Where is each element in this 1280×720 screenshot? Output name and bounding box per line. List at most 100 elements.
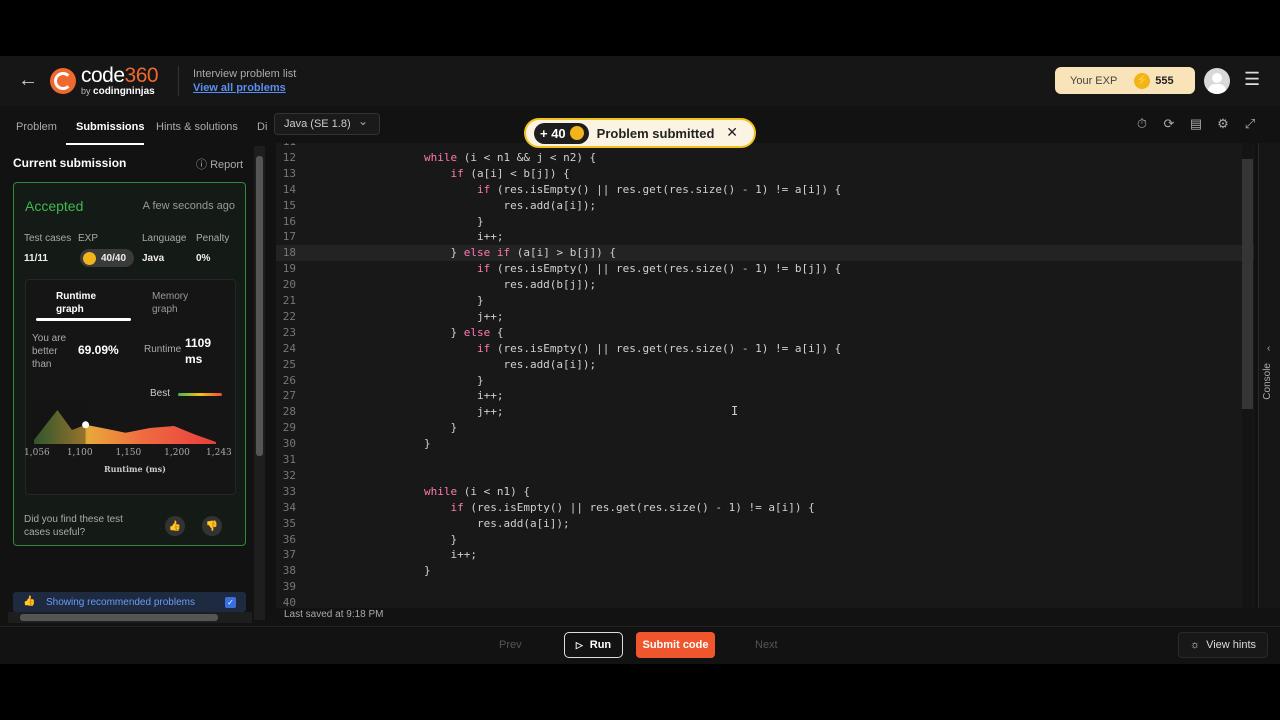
line-number: 30: [282, 437, 296, 451]
tab-memory-graph[interactable]: Memory graph: [152, 290, 202, 316]
code-line[interactable]: 22 j++;: [276, 309, 1254, 325]
worse-region-overlay: [32, 400, 86, 444]
editor-scrollbar[interactable]: [1242, 143, 1253, 608]
line-number: 36: [282, 532, 296, 546]
scrollbar-thumb[interactable]: [1242, 159, 1253, 409]
scrollbar-thumb[interactable]: [256, 156, 263, 456]
timer-icon[interactable]: ⏱: [1133, 116, 1151, 132]
code-line[interactable]: 17 i++;: [276, 229, 1254, 245]
code-text: }: [371, 214, 484, 228]
lightbulb-icon: ☼: [1190, 639, 1201, 651]
exp-badge: Your EXP ⚡ 555: [1055, 67, 1195, 94]
line-number: 25: [282, 357, 296, 371]
code-line[interactable]: 23 } else {: [276, 325, 1254, 341]
language-select[interactable]: Java (SE 1.8): [274, 113, 380, 135]
tab-discuss[interactable]: Di: [257, 121, 267, 133]
view-all-problems-link[interactable]: View all problems: [193, 82, 286, 94]
console-panel[interactable]: ‹ Console: [1258, 143, 1280, 608]
code-line[interactable]: 38 }: [276, 563, 1254, 579]
submission-time: A few seconds ago: [142, 200, 235, 212]
line-number: 40: [282, 596, 296, 608]
line-number: 34: [282, 500, 296, 514]
code-line[interactable]: 36 }: [276, 532, 1254, 548]
code-line[interactable]: 12 while (i < n1 && j < n2) {: [276, 150, 1254, 166]
code-line[interactable]: 28 j++;: [276, 404, 1254, 420]
code-line[interactable]: 40: [276, 595, 1254, 608]
editor-toolbar: ⏱ ⟳ ▤ ⚙ ⤢: [1133, 116, 1259, 132]
close-icon[interactable]: ✕: [726, 124, 738, 141]
code-text: i++;: [371, 230, 504, 244]
tab-submissions[interactable]: Submissions: [76, 121, 144, 133]
exp-label: Your EXP: [1070, 74, 1118, 87]
view-hints-button[interactable]: ☼ View hints: [1178, 632, 1268, 658]
code-text: res.add(a[i]);: [371, 357, 597, 371]
reset-icon[interactable]: ⟳: [1160, 116, 1178, 132]
exp-stat-label: EXP: [78, 233, 99, 244]
line-number: 26: [282, 373, 296, 387]
code-line[interactable]: 21 }: [276, 293, 1254, 309]
code-line[interactable]: 39: [276, 579, 1254, 595]
logo[interactable]: code360 by codingninjas: [50, 64, 159, 97]
coin-icon: ⚡: [1134, 72, 1151, 89]
code-line[interactable]: 20 res.add(b[j]);: [276, 277, 1254, 293]
prev-button[interactable]: Prev: [499, 639, 522, 651]
code-line[interactable]: 35 res.add(a[i]);: [276, 516, 1254, 532]
code-text: }: [371, 294, 484, 307]
code-line[interactable]: 14 if (res.isEmpty() || res.get(res.size…: [276, 182, 1254, 198]
left-vertical-scrollbar[interactable]: [254, 146, 265, 620]
code-line[interactable]: 19 if (res.isEmpty() || res.get(res.size…: [276, 261, 1254, 277]
top-header: ← code360 by codingninjas Interview prob…: [0, 56, 1280, 106]
line-number: 33: [282, 484, 296, 498]
code-line[interactable]: 26 }: [276, 373, 1254, 389]
toast-message: Problem submitted: [596, 125, 715, 141]
scrollbar-thumb[interactable]: [20, 614, 218, 621]
recommended-problems-bar[interactable]: 👍 Showing recommended problems ✓: [13, 592, 246, 612]
report-button[interactable]: Report: [196, 156, 243, 172]
code-line[interactable]: 18 } else if (a[i] > b[j]) {: [276, 245, 1254, 262]
next-button[interactable]: Next: [755, 639, 778, 651]
code-text: if (a[i] < b[j]) {: [450, 166, 570, 180]
layout-icon[interactable]: ▤: [1187, 116, 1205, 132]
console-label: Console: [1262, 363, 1273, 400]
fullscreen-icon[interactable]: ⤢: [1241, 116, 1259, 132]
tab-runtime-graph[interactable]: Runtime graph: [56, 290, 106, 316]
code-line[interactable]: 34 if (res.isEmpty() || res.get(res.size…: [276, 500, 1254, 516]
code-text: res.add(b[j]);: [371, 278, 597, 292]
code-line[interactable]: 13 if (a[i] < b[j]) {: [276, 166, 1254, 182]
code-line[interactable]: 30 }: [276, 436, 1254, 452]
code-line[interactable]: 16 }: [276, 214, 1254, 230]
code-line[interactable]: 33 while (i < n1) {: [276, 484, 1254, 500]
header-divider: [178, 66, 179, 96]
code-line[interactable]: 15 res.add(a[i]);: [276, 198, 1254, 214]
code-line[interactable]: 25 res.add(a[i]);: [276, 357, 1254, 373]
logo-sub-text: codingninjas: [93, 86, 155, 97]
left-horizontal-scrollbar[interactable]: [8, 612, 252, 623]
submit-code-button[interactable]: Submit code: [636, 632, 715, 658]
code-line[interactable]: 24 if (res.isEmpty() || res.get(res.size…: [276, 341, 1254, 357]
code-line[interactable]: 37 i++;: [276, 547, 1254, 563]
view-hints-label: View hints: [1206, 639, 1257, 651]
x-tick-label: 1,150: [115, 448, 142, 458]
code-line[interactable]: 29 }: [276, 420, 1254, 436]
code-line[interactable]: 32: [276, 468, 1254, 484]
exp-value: 555: [1155, 74, 1174, 87]
thumbs-up-icon[interactable]: 👍: [165, 516, 185, 536]
line-number: 24: [282, 341, 296, 355]
run-button[interactable]: ▷ Run: [564, 632, 623, 658]
better-than-label: You are better than: [32, 333, 67, 370]
runtime-label: Runtime: [144, 344, 182, 355]
thumbs-down-icon[interactable]: 👎: [202, 516, 222, 536]
code-line[interactable]: 31: [276, 452, 1254, 468]
chevron-left-icon[interactable]: ‹: [1267, 343, 1270, 354]
tab-hints-solutions[interactable]: Hints & solutions: [156, 121, 238, 133]
back-arrow-icon[interactable]: ←: [18, 70, 38, 90]
logo-num-text: 360: [124, 64, 159, 87]
line-number: 17: [282, 230, 296, 244]
avatar[interactable]: [1204, 68, 1230, 94]
hamburger-menu-icon[interactable]: ☰: [1244, 70, 1262, 88]
tab-problem[interactable]: Problem: [16, 121, 57, 133]
code-editor[interactable]: 1112 while (i < n1 && j < n2) {13 if (a[…: [276, 143, 1254, 608]
settings-gear-icon[interactable]: ⚙: [1214, 116, 1232, 132]
code-line[interactable]: 27 i++;: [276, 388, 1254, 404]
recommended-checkbox[interactable]: ✓: [225, 597, 236, 608]
